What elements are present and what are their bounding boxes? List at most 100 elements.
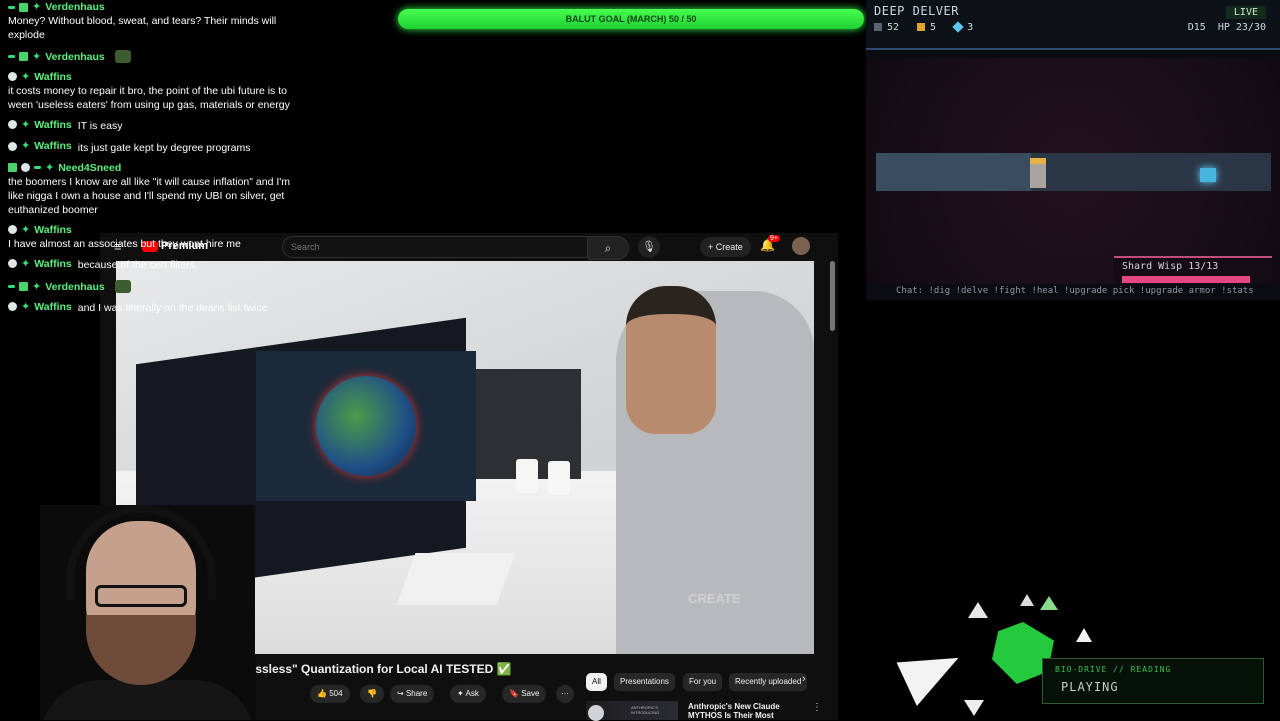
sq-badge-icon — [8, 163, 17, 172]
chat-message-header: ✦ Verdenhaus — [8, 280, 131, 294]
chat-username[interactable]: Waffins — [34, 300, 72, 314]
circle-badge-icon — [8, 302, 17, 311]
like-button[interactable]: 👍 504 — [310, 685, 350, 703]
chat-username[interactable]: Verdenhaus — [45, 280, 105, 294]
search-button[interactable]: ⌕ — [588, 236, 629, 260]
bio-drive-label: BIO-DRIVE // READING — [1055, 665, 1172, 674]
recommended-video[interactable]: ANTHROPIC'S INTRODUCING Anthropic's New … — [586, 699, 838, 721]
chat-text: IT is easy — [77, 120, 123, 132]
save-button[interactable]: 🔖 Save — [502, 685, 547, 703]
hp-label: HP 23/30 — [1217, 22, 1266, 33]
enemy-panel: Shard Wisp 13/13 — [1114, 256, 1272, 283]
chat-message: ✦ Verdenhaus — [0, 48, 300, 64]
search-input[interactable] — [282, 236, 588, 258]
bio-drive-widget: BIO-DRIVE // READING PLAYING — [896, 588, 1280, 720]
chat-username[interactable]: Waffins — [34, 118, 72, 132]
share-icon: ↪ — [397, 689, 406, 698]
sparkle-badge-icon: ✦ — [21, 300, 31, 313]
search-icon: ⌕ — [604, 241, 612, 255]
stone-icon — [874, 23, 882, 31]
chat-text: and I was litterally on the deans list t… — [77, 302, 268, 314]
circle-badge-icon — [8, 225, 17, 234]
filter-chips: All Presentations For you Recently uploa… — [586, 673, 838, 691]
video-title: ossless" Quantization for Local AI TESTE… — [248, 662, 512, 676]
shard-icon — [952, 21, 964, 33]
rec-title[interactable]: Anthropic's New Claude MYTHOS Is Their M… — [688, 702, 798, 720]
mic-button[interactable]: 🎙 — [638, 236, 660, 258]
chat-text: because of the cert filters — [77, 259, 196, 271]
more-icon: ··· — [561, 689, 569, 698]
game-title: DEEP DELVER — [874, 4, 959, 18]
person-head — [626, 286, 716, 434]
chat-text: it costs money to repair it bro, the poi… — [8, 84, 290, 111]
kebab-menu-icon[interactable]: ⋮ — [812, 702, 822, 713]
player-sprite — [1030, 158, 1046, 188]
chip-all[interactable]: All — [586, 673, 607, 691]
emote-icon — [114, 280, 131, 293]
chip-recently-uploaded[interactable]: Recently uploaded — [729, 673, 808, 691]
goal-label: BALUT GOAL (MARCH) 50 / 50 — [565, 14, 697, 24]
scrollbar[interactable] — [830, 261, 835, 331]
rec-thumb-text: ANTHROPIC'S INTRODUCING — [631, 705, 660, 715]
share-label: Share — [405, 689, 428, 698]
dislike-button[interactable]: 👎 — [360, 685, 384, 703]
sparkle-badge-icon: ✦ — [21, 118, 31, 131]
shard-shape — [968, 602, 988, 618]
create-button[interactable]: + Create — [700, 237, 751, 257]
chat-message-header: ✦ Verdenhaus — [8, 50, 131, 64]
headphones — [66, 505, 216, 600]
avatar[interactable] — [792, 237, 810, 255]
chat-message-header: ✦ Waffins — [8, 139, 72, 153]
corridor-lit — [876, 153, 1031, 191]
shard-stat: 3 — [952, 21, 974, 33]
video-watermark: CREATE — [688, 591, 741, 606]
chat-message-header: ✦ Waffins — [8, 118, 72, 132]
game-header: DEEP DELVER LIVE 52 5 3 D15 HP 23/30 — [866, 0, 1280, 50]
chip-presentations[interactable]: Presentations — [614, 673, 675, 691]
circle-badge-icon — [8, 120, 17, 129]
chip-for-you[interactable]: For you — [683, 673, 723, 691]
chevron-right-icon[interactable]: › — [802, 673, 806, 685]
share-button[interactable]: ↪ Share — [390, 685, 435, 703]
enemy-hp-bar — [1122, 276, 1250, 283]
notification-count: 9+ — [768, 235, 780, 242]
sparkle-badge-icon: ✦ — [21, 257, 31, 270]
resource-stats: 52 5 3 — [874, 21, 974, 33]
chat-username[interactable]: Need4Sneed — [58, 161, 121, 175]
sparkle-badge-icon: ✦ — [45, 161, 55, 174]
sparkle-badge-icon: ✦ — [32, 280, 42, 293]
mod-badge-icon — [8, 285, 15, 288]
chat-message: ✦ Verdenhaus — [0, 278, 300, 294]
chat-message: ✦ Waffins IT is easy — [0, 118, 300, 134]
chat-username[interactable]: Waffins — [34, 223, 72, 237]
circle-badge-icon — [8, 141, 17, 151]
shard-shape — [1040, 596, 1058, 610]
more-button[interactable]: ··· — [556, 685, 574, 703]
sparkle-badge-icon: ✦ — [21, 140, 31, 152]
circle-badge-icon — [21, 163, 30, 172]
thumbs-up-icon: 👍 — [317, 689, 330, 698]
rec-thumbnail[interactable]: ANTHROPIC'S INTRODUCING — [586, 701, 678, 721]
bio-drive-status: PLAYING — [1061, 680, 1119, 694]
circle-badge-icon — [8, 72, 17, 81]
chat-username[interactable]: Verdenhaus — [45, 50, 105, 64]
shard-shape — [1020, 594, 1034, 606]
chat-username[interactable]: Waffins — [34, 139, 72, 153]
webcam-feed — [40, 505, 255, 720]
chat-username[interactable]: Waffins — [34, 70, 72, 84]
shard-count: 3 — [967, 22, 974, 33]
gold-count: 5 — [930, 22, 937, 33]
chat-username[interactable]: Verdenhaus — [45, 0, 105, 14]
streamer-body — [40, 680, 255, 720]
stone-stat: 52 — [874, 22, 899, 33]
sparkle-badge-icon: ✦ — [21, 70, 31, 83]
chat-message: ✦ Waffins and I was litterally on the dean… — [0, 300, 300, 316]
notifications-button[interactable]: 🔔 9+ — [760, 235, 780, 252]
chat-message-header: ✦ Verdenhaus — [8, 0, 292, 14]
chat-username[interactable]: Waffins — [34, 257, 72, 271]
bio-drive-panel: BIO-DRIVE // READING PLAYING — [1042, 658, 1264, 704]
live-badge: LIVE — [1225, 6, 1266, 19]
ask-button[interactable]: ✦ Ask — [450, 685, 486, 703]
chat-text: I have almost an associates but they won… — [8, 237, 241, 250]
ask-label: Ask — [465, 689, 479, 698]
